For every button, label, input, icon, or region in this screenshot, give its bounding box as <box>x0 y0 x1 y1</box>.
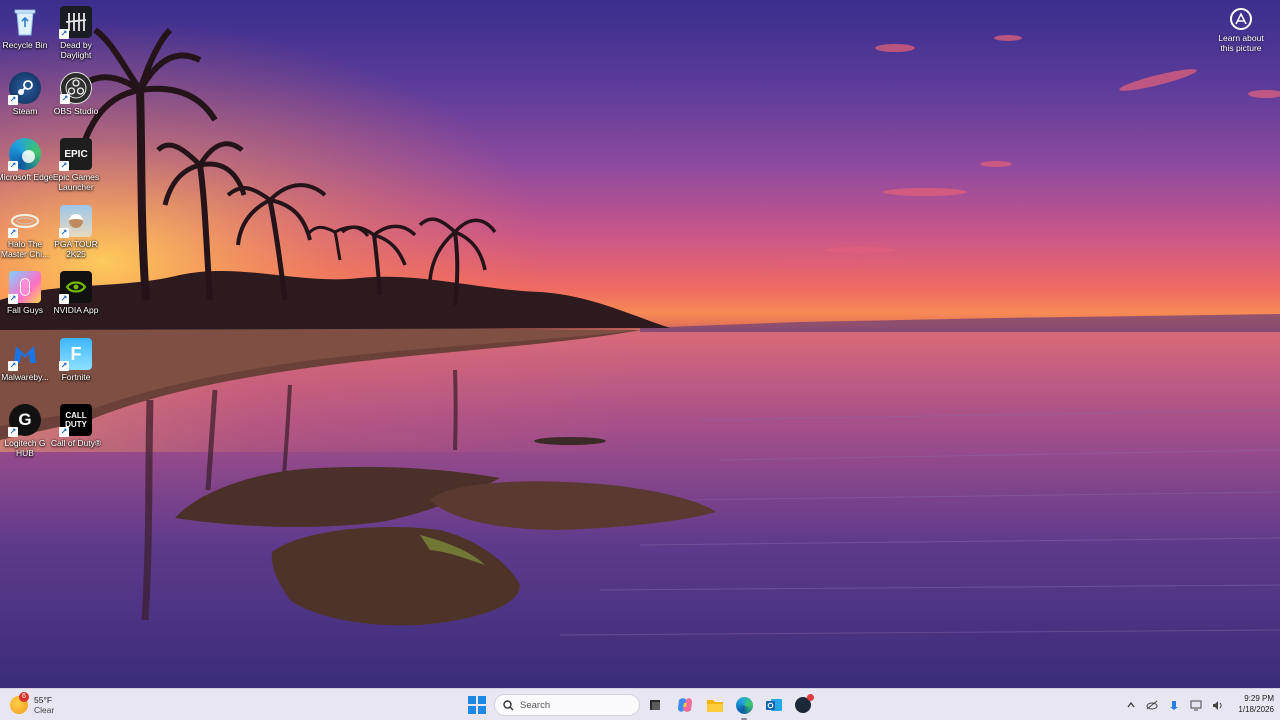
malwarebytes-icon: ↗ <box>8 338 41 371</box>
edge-icon: ↗ <box>8 138 41 171</box>
desktop-icon-label: Epic Games Launcher <box>52 172 100 192</box>
task-view-icon <box>650 700 660 710</box>
desktop-icon-obs-studio[interactable]: ↗ OBS Studio <box>47 72 105 134</box>
learn-about-picture-icon <box>1230 8 1252 30</box>
taskbar-outlook[interactable] <box>764 695 784 715</box>
edge-icon <box>735 696 753 714</box>
display-icon[interactable] <box>1190 700 1202 711</box>
shortcut-arrow-icon: ↗ <box>60 94 70 104</box>
desktop-icon-halo[interactable]: ↗ Halo The Master Chi... <box>0 205 54 267</box>
shortcut-arrow-icon: ↗ <box>59 427 69 437</box>
desktop-icon-steam[interactable]: ↗ Steam <box>0 72 54 134</box>
taskbar-copilot[interactable] <box>675 695 695 715</box>
shortcut-arrow-icon: ↗ <box>8 161 18 171</box>
shortcut-arrow-icon: ↗ <box>59 294 69 304</box>
desktop-icon-fall-guys[interactable]: ↗ Fall Guys <box>0 271 54 333</box>
desktop-icon-recycle-bin[interactable]: Recycle Bin <box>0 6 54 68</box>
steam-icon <box>795 694 814 713</box>
shortcut-arrow-icon: ↗ <box>8 427 18 437</box>
epic-games-icon: EPIC ↗ <box>59 138 92 171</box>
desktop-icon-label: Call of Duty® <box>50 438 102 448</box>
call-of-duty-icon: CALL DUTY ↗ <box>59 404 92 437</box>
desktop-icon-label: Halo The Master Chi... <box>0 239 50 259</box>
notification-badge: 6 <box>19 692 29 702</box>
obs-studio-icon: ↗ <box>60 72 92 104</box>
clock-date: 1/18/2026 <box>1238 705 1274 714</box>
nvidia-icon: ↗ <box>59 271 92 304</box>
taskbar-steam[interactable] <box>793 694 814 715</box>
shortcut-arrow-icon: ↗ <box>59 228 69 238</box>
desktop-icon-label: OBS Studio <box>53 106 99 116</box>
desktop-icon-fortnite[interactable]: F ↗ Fortnite <box>47 338 105 400</box>
outlook-icon <box>766 699 782 711</box>
learn-about-picture[interactable]: Learn about this picture <box>1212 8 1270 53</box>
desktop-icon-pga-tour[interactable]: ↗ PGA TOUR 2K25 <box>47 205 105 267</box>
desktop-icon-microsoft-edge[interactable]: ↗ Microsoft Edge <box>0 138 54 200</box>
desktop-icon-label: Fortnite <box>61 372 91 382</box>
shortcut-arrow-icon: ↗ <box>8 361 18 371</box>
taskbar-clock[interactable]: 9:29 PM 1/18/2026 <box>1222 693 1274 715</box>
desktop-icon-label: Dead by Daylight <box>60 40 92 60</box>
system-tray <box>1126 696 1224 714</box>
desktop-icon-call-of-duty[interactable]: CALL DUTY ↗ Call of Duty® <box>47 404 105 466</box>
shortcut-arrow-icon: ↗ <box>8 294 18 304</box>
taskbar-task-view[interactable] <box>645 695 665 715</box>
desktop-icon-logitech-g-hub[interactable]: G ↗ Logitech G HUB <box>0 404 54 466</box>
weather-temperature: 55°F <box>34 695 53 705</box>
onedrive-icon[interactable] <box>1168 699 1180 711</box>
desktop-icon-label: Malwareby... <box>1 372 49 382</box>
clock-time: 9:29 PM <box>1244 694 1274 703</box>
desktop-icon-label: PGA TOUR 2K25 <box>54 239 98 259</box>
network-icon[interactable] <box>1146 700 1158 710</box>
desktop-icon-label: Steam <box>12 106 38 116</box>
halo-icon: ↗ <box>8 205 41 238</box>
copilot-icon <box>678 698 692 712</box>
file-explorer-icon <box>707 699 723 712</box>
desktop-wallpaper <box>0 0 1280 688</box>
shortcut-arrow-icon: ↗ <box>8 95 18 105</box>
chevron-up-icon[interactable] <box>1126 700 1136 710</box>
windows-logo-icon <box>468 696 476 705</box>
desktop-icon-epic-games[interactable]: EPIC ↗ Epic Games Launcher <box>47 138 105 200</box>
fortnite-icon: F ↗ <box>59 338 92 371</box>
desktop-icon-label: NVIDIA App <box>53 305 99 315</box>
taskbar: 6 55°F Clear Search 9:29 PM 1/18/2026 <box>0 688 1280 720</box>
search-label: Search <box>520 699 551 711</box>
weather-widget[interactable]: 6 55°F Clear <box>10 692 54 718</box>
steam-icon: ↗ <box>8 72 41 105</box>
fall-guys-icon: ↗ <box>8 271 41 304</box>
recycle-bin-icon <box>9 6 41 38</box>
logitech-g-hub-icon: G ↗ <box>8 404 41 437</box>
taskbar-search[interactable]: Search <box>494 694 640 716</box>
desktop-icon-dead-by-daylight[interactable]: ↗ Dead by Daylight <box>47 6 105 68</box>
desktop-icon-label: Recycle Bin <box>2 40 48 50</box>
weather-condition: Clear <box>34 705 55 715</box>
desktop-icon-label: Microsoft Edge <box>0 172 54 182</box>
search-icon <box>503 699 514 710</box>
shortcut-arrow-icon: ↗ <box>59 161 69 171</box>
dead-by-daylight-icon: ↗ <box>59 6 92 39</box>
weather-clear-icon: 6 <box>10 692 29 714</box>
taskbar-microsoft-edge[interactable] <box>734 695 754 720</box>
taskbar-file-explorer[interactable] <box>705 695 725 715</box>
desktop-icon-label: Fall Guys <box>7 305 43 315</box>
start-button[interactable] <box>468 696 486 714</box>
shortcut-arrow-icon: ↗ <box>59 29 69 39</box>
desktop-icon-nvidia-app[interactable]: ↗ NVIDIA App <box>47 271 105 333</box>
desktop-icon-malwarebytes[interactable]: ↗ Malwareby... <box>0 338 54 400</box>
desktop-icon-label: Logitech G HUB <box>4 438 46 458</box>
learn-about-picture-label: Learn about this picture <box>1218 33 1264 53</box>
shortcut-arrow-icon: ↗ <box>59 361 69 371</box>
shortcut-arrow-icon: ↗ <box>8 228 18 238</box>
pga-tour-icon: ↗ <box>59 205 92 238</box>
